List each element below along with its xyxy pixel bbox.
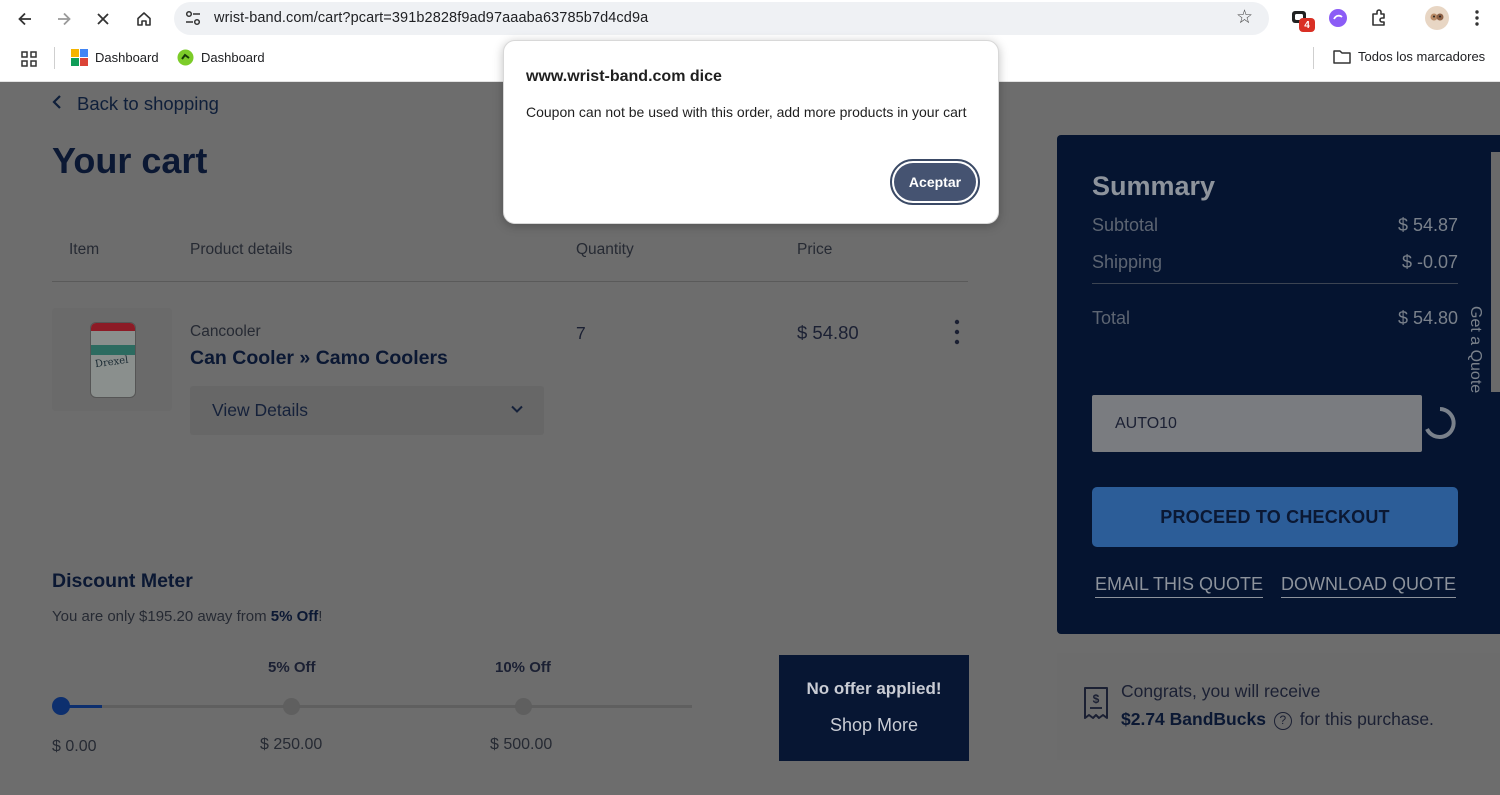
no-offer-text: No offer applied!	[806, 679, 942, 698]
bookmark-dashboard-1[interactable]: Dashboard	[71, 49, 159, 66]
table-divider	[52, 281, 968, 282]
puzzle-extensions-icon[interactable]	[1368, 7, 1390, 29]
page-scrollbar[interactable]	[1491, 152, 1500, 392]
coupon-value: AUTO10	[1115, 415, 1177, 432]
column-header-price: Price	[797, 241, 833, 258]
milestone-dot-1	[283, 698, 300, 715]
item-quantity[interactable]: 7	[576, 323, 586, 344]
bookmark-dashboard-2[interactable]: Dashboard	[177, 49, 265, 66]
site-settings-icon[interactable]	[184, 10, 202, 26]
page-title: Your cart	[52, 140, 208, 181]
download-quote-link[interactable]: DOWNLOAD QUOTE	[1281, 574, 1457, 598]
can-print-text: Drexel	[94, 354, 130, 371]
stop-loading-icon[interactable]	[90, 6, 116, 32]
bookmark-label: Dashboard	[95, 50, 159, 65]
total-value: $ 54.80	[1397, 308, 1458, 328]
browser-toolbar: wrist-band.com/cart?pcart=391b2828f9ad97…	[0, 0, 1500, 37]
dialog-heading: www.wrist-band.com dice	[526, 68, 722, 85]
view-details-label: View Details	[212, 400, 308, 420]
milestone-label-2: 10% Off	[495, 659, 551, 676]
milestone-label-1: 5% Off	[268, 659, 316, 676]
back-arrow-icon[interactable]	[12, 6, 38, 32]
milestone-amount-0: $ 0.00	[52, 738, 97, 755]
back-to-shopping-link[interactable]: Back to shopping	[51, 93, 219, 115]
svg-text:$: $	[1093, 692, 1100, 706]
bookmarks-divider	[54, 47, 55, 69]
shipping-label: Shipping	[1092, 252, 1163, 272]
loading-spinner-icon	[1425, 407, 1456, 439]
bandbucks-amount: $2.74 BandBucks	[1121, 709, 1266, 729]
accept-label: Aceptar	[894, 163, 976, 201]
column-header-quantity: Quantity	[576, 241, 634, 258]
milestone-amount-2: $ 500.00	[490, 736, 553, 753]
bandbucks-line1: Congrats, you will receive	[1121, 681, 1321, 701]
accept-button[interactable]: Aceptar	[890, 159, 980, 205]
discount-meter-subtitle: You are only $195.20 away from 5% Off!	[52, 608, 322, 625]
order-summary-panel: Summary Subtotal $ 54.87 Shipping $ -0.0…	[1057, 135, 1500, 634]
subtitle-bold: 5% Off	[270, 608, 319, 625]
all-bookmarks-folder[interactable]: Todos los marcadores	[1333, 49, 1485, 64]
alert-dialog: www.wrist-band.com dice Coupon can not b…	[503, 40, 999, 224]
apps-grid-icon[interactable]	[21, 51, 37, 72]
dialog-message: Coupon can not be used with this order, …	[526, 104, 967, 120]
green-logo-icon	[177, 49, 194, 66]
bookmark-star-icon[interactable]: ☆	[1236, 6, 1253, 29]
get-a-quote-label: Get a Quote	[1467, 306, 1484, 394]
product-name[interactable]: Can Cooler » Camo Coolers	[190, 347, 448, 370]
shop-more-button[interactable]: No offer applied! Shop More	[779, 655, 969, 761]
all-bookmarks-label: Todos los marcadores	[1358, 49, 1486, 64]
discount-meter-title: Discount Meter	[52, 570, 193, 592]
milestone-amount-1: $ 250.00	[260, 736, 323, 753]
extension-badge: 4	[1299, 18, 1315, 32]
shipping-row: Shipping $ -0.07	[1092, 252, 1458, 273]
subtotal-value: $ 54.87	[1397, 215, 1458, 235]
subtotal-label: Subtotal	[1092, 215, 1159, 235]
shop-more-label: Shop More	[829, 715, 919, 735]
milestone-dot-0	[52, 697, 70, 715]
bookmark-label: Dashboard	[201, 50, 265, 65]
chevron-left-icon	[51, 94, 63, 115]
colorful-grid-icon	[71, 49, 88, 66]
summary-title: Summary	[1092, 171, 1216, 201]
home-icon[interactable]	[131, 6, 157, 32]
product-category: Cancooler	[190, 323, 261, 340]
summary-divider	[1092, 283, 1458, 284]
coupon-input[interactable]: AUTO10	[1092, 395, 1422, 452]
help-icon[interactable]: ?	[1273, 712, 1292, 730]
bandbucks-panel: $ Congrats, you will receive $2.74 BandB…	[1057, 653, 1500, 760]
browser-menu-icon[interactable]	[1466, 7, 1488, 29]
address-bar[interactable]: wrist-band.com/cart?pcart=391b2828f9ad97…	[174, 2, 1269, 35]
total-row: Total $ 54.80	[1092, 308, 1458, 329]
subtitle-suffix: !	[318, 608, 323, 625]
bandbucks-suffix: for this purchase.	[1299, 709, 1434, 729]
email-quote-link[interactable]: EMAIL THIS QUOTE	[1095, 574, 1264, 598]
chevron-down-icon	[511, 405, 523, 413]
product-image[interactable]: Drexel	[52, 308, 172, 411]
subtitle-text: You are only $195.20 away from	[52, 608, 271, 625]
back-label: Back to shopping	[77, 93, 219, 114]
bandbucks-line2: $2.74 BandBucks ? for this purchase.	[1121, 709, 1434, 730]
total-label: Total	[1092, 308, 1131, 328]
column-header-item: Item	[69, 241, 100, 258]
get-a-quote-tab[interactable]: Get a Quote	[1462, 306, 1488, 416]
proceed-to-checkout-button[interactable]: PROCEED TO CHECKOUT	[1092, 487, 1458, 547]
profile-avatar-icon[interactable]	[1425, 6, 1449, 30]
item-price: $ 54.80	[797, 322, 859, 343]
view-details-dropdown[interactable]: View Details	[190, 386, 544, 435]
discount-track	[60, 705, 692, 708]
item-options-icon[interactable]	[950, 318, 964, 348]
receipt-dollar-icon: $	[1084, 687, 1108, 719]
folder-icon	[1333, 50, 1351, 64]
forward-arrow-icon[interactable]	[51, 6, 77, 32]
subtotal-row: Subtotal $ 54.87	[1092, 215, 1458, 236]
can-cooler-image: Drexel	[90, 322, 136, 398]
milestone-dot-2	[515, 698, 532, 715]
shipping-value: $ -0.07	[1401, 252, 1458, 272]
bookmarks-divider	[1313, 47, 1314, 69]
purple-extension-icon[interactable]	[1327, 7, 1349, 29]
url-text[interactable]: wrist-band.com/cart?pcart=391b2828f9ad97…	[214, 10, 648, 26]
column-header-details: Product details	[190, 241, 293, 258]
